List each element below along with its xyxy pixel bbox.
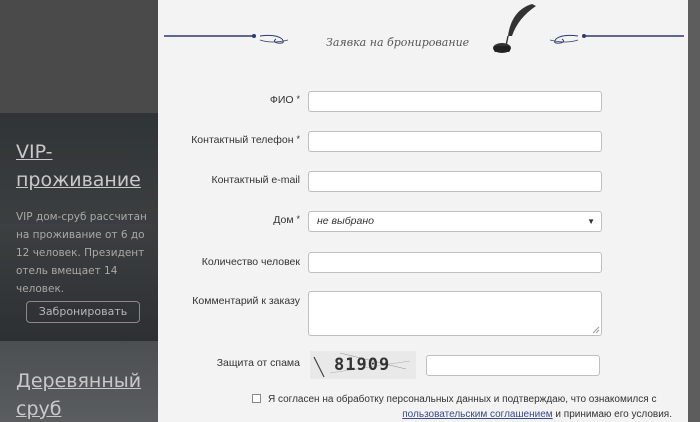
fio-required-mark: * <box>296 94 300 104</box>
captcha-label: Защита от спама <box>217 357 300 369</box>
phone-input[interactable] <box>308 131 602 152</box>
house-selected-value: не выбрано <box>317 215 374 227</box>
quill-inkwell-icon <box>493 4 536 53</box>
house-label-text: Дом <box>273 214 294 226</box>
consent-line2: пользовательским соглашением и принимаю … <box>402 407 672 422</box>
people-input[interactable] <box>308 252 602 273</box>
user-agreement-link[interactable]: пользовательским соглашением <box>402 409 552 420</box>
people-label-text: Количество человек <box>201 256 300 268</box>
phone-required-mark: * <box>296 134 300 144</box>
phone-label: Контактный телефон * <box>191 134 300 146</box>
booking-modal: Заявка на бронирование ФИО * Контактный … <box>158 0 688 422</box>
comment-label: Комментарий к заказу <box>192 295 300 307</box>
email-label: Контактный e-mail <box>211 174 300 186</box>
consent-text: Я согласен на обработку персональных дан… <box>268 394 657 405</box>
email-label-text: Контактный e-mail <box>211 174 300 186</box>
consent-checkbox[interactable] <box>252 394 261 403</box>
people-label: Количество человек <box>202 256 300 268</box>
captcha-code: 81909 <box>334 355 391 375</box>
resize-handle-icon[interactable] <box>592 326 600 334</box>
comment-label-text: Комментарий к заказу <box>192 295 300 307</box>
phone-label-text: Контактный телефон <box>191 134 294 146</box>
captcha-image: 81909 <box>310 351 416 379</box>
captcha-label-text: Защита от спама <box>216 357 300 369</box>
book-button[interactable]: Забронировать <box>26 301 140 323</box>
ornament-left-icon <box>164 34 289 44</box>
vip-description: VIP дом-сруб рассчитан на проживание от … <box>16 211 147 295</box>
captcha-input[interactable] <box>426 355 600 376</box>
modal-title: Заявка на бронирование <box>326 36 470 49</box>
fio-label-text: ФИО <box>269 94 294 106</box>
house-required-mark: * <box>296 214 300 224</box>
dropdown-arrow-icon: ▼ <box>587 217 595 226</box>
wood-title-link[interactable]: Деревянный сруб <box>16 367 156 422</box>
comment-textarea[interactable] <box>308 291 602 336</box>
house-label: Дом * <box>273 214 300 226</box>
consent-text-end: и принимаю его условия. <box>552 409 672 420</box>
house-select[interactable]: не выбрано ▼ <box>308 211 602 232</box>
page-scrollbar-area <box>688 0 700 422</box>
email-input[interactable] <box>308 171 602 192</box>
fio-input[interactable] <box>308 91 602 112</box>
fio-label: ФИО * <box>270 94 300 106</box>
vip-title-link[interactable]: VIP-проживание <box>16 138 156 194</box>
ornament-right-icon <box>550 34 684 44</box>
